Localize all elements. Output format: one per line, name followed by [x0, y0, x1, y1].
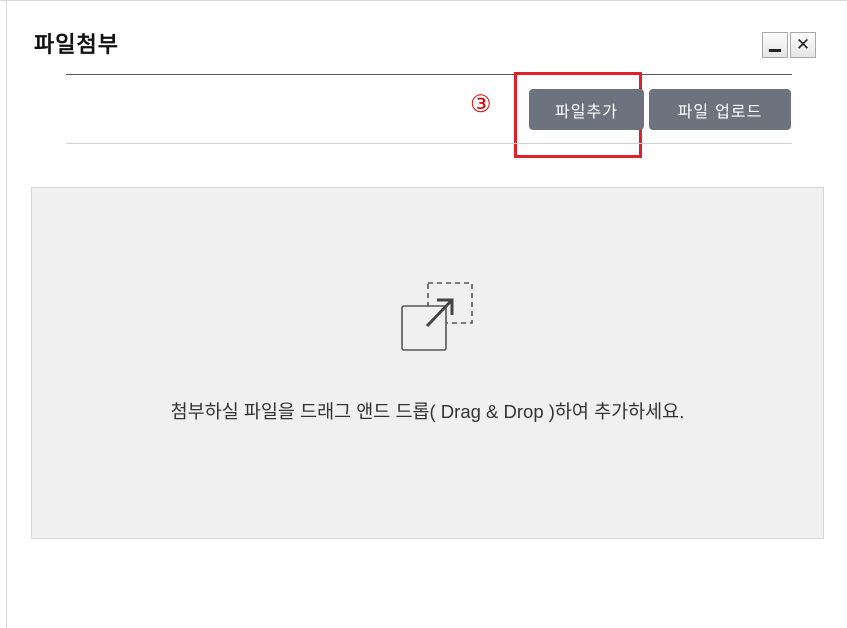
- close-button[interactable]: ✕: [790, 32, 816, 58]
- frame-left-border: [6, 0, 7, 628]
- minimize-icon: [769, 48, 781, 52]
- upload-file-button[interactable]: 파일 업로드: [649, 89, 791, 130]
- toolbar-divider: [66, 143, 792, 144]
- close-icon: ✕: [795, 34, 811, 55]
- drag-drop-icon: [401, 282, 473, 351]
- dialog-title: 파일첨부: [34, 33, 119, 58]
- frame-top-border: [0, 0, 847, 1]
- drop-zone-message: 첨부하실 파일을 드래그 앤드 드롭( Drag & Drop )하여 추가하세…: [170, 401, 685, 422]
- file-drop-zone[interactable]: 첨부하실 파일을 드래그 앤드 드롭( Drag & Drop )하여 추가하세…: [31, 187, 824, 539]
- header-divider: [66, 74, 792, 75]
- add-file-button[interactable]: 파일추가: [529, 89, 644, 130]
- minimize-button[interactable]: [762, 32, 788, 58]
- step-marker: ③: [470, 90, 492, 118]
